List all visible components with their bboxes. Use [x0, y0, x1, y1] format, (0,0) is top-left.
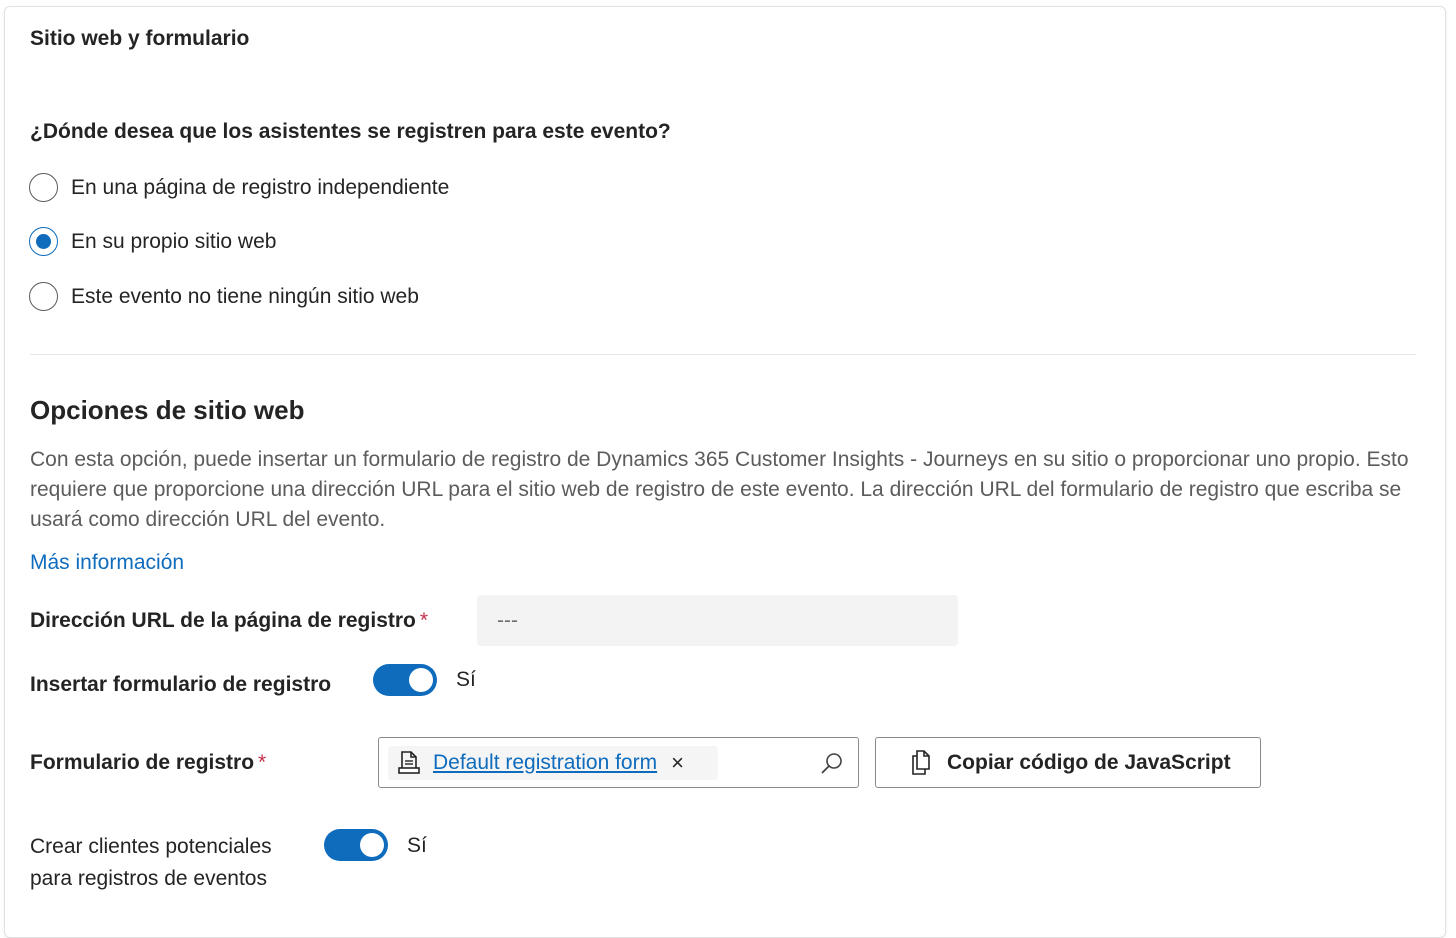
create-leads-label: Crear clientes potenciales para registro…: [30, 831, 272, 895]
create-leads-toggle-text: Sí: [407, 834, 427, 857]
radio-button[interactable]: [29, 282, 58, 311]
radio-label: En su propio sitio web: [71, 229, 277, 253]
section-divider: [30, 354, 1416, 355]
embed-form-label: Insertar formulario de registro: [30, 673, 332, 696]
radio-label: Este evento no tiene ningún sitio web: [71, 284, 419, 308]
radio-button-selected[interactable]: [29, 227, 58, 256]
radio-button[interactable]: [29, 173, 58, 202]
registration-form-label: Formulario de registro *: [30, 751, 266, 775]
embed-form-toggle[interactable]: [373, 664, 437, 696]
registration-url-field[interactable]: ---: [477, 595, 958, 646]
radio-option-standalone-page[interactable]: En una página de registro independiente: [29, 173, 449, 202]
radio-dot: [36, 234, 51, 249]
search-icon[interactable]: [820, 751, 844, 775]
form-document-icon: [398, 751, 420, 774]
website-options-heading: Opciones de sitio web: [30, 395, 305, 425]
copy-javascript-label: Copiar código de JavaScript: [947, 750, 1231, 774]
required-mark: *: [419, 609, 429, 632]
website-options-description: Con esta opción, puede insertar un formu…: [30, 448, 1409, 531]
selected-form-link[interactable]: Default registration form: [433, 751, 657, 775]
more-info-link[interactable]: Más información: [30, 551, 184, 575]
create-leads-label-line2: para registros de eventos: [30, 867, 267, 890]
create-leads-label-line1: Crear clientes potenciales: [30, 835, 272, 858]
registration-url-label: Dirección URL de la página de registro *: [30, 609, 428, 633]
selected-form-tag: Default registration form ×: [388, 746, 718, 780]
required-mark: *: [258, 751, 267, 774]
section-title: Sitio web y formulario: [30, 27, 250, 50]
radio-option-own-website[interactable]: En su propio sitio web: [29, 227, 276, 256]
radio-option-no-website[interactable]: Este evento no tiene ningún sitio web: [29, 282, 419, 311]
embed-form-toggle-text: Sí: [456, 668, 476, 691]
create-leads-toggle[interactable]: [324, 829, 388, 861]
registration-question: ¿Dónde desea que los asistentes se regis…: [30, 120, 671, 143]
radio-label: En una página de registro independiente: [71, 175, 450, 199]
copy-icon: [912, 749, 930, 775]
registration-url-label-text: Dirección URL de la página de registro: [30, 609, 416, 632]
remove-form-button[interactable]: ×: [671, 752, 684, 774]
registration-form-label-text: Formulario de registro: [30, 751, 255, 774]
toggle-knob: [360, 833, 384, 857]
toggle-knob: [409, 668, 433, 692]
registration-form-lookup[interactable]: Default registration form ×: [378, 737, 859, 788]
copy-javascript-button[interactable]: Copiar código de JavaScript: [875, 737, 1261, 788]
